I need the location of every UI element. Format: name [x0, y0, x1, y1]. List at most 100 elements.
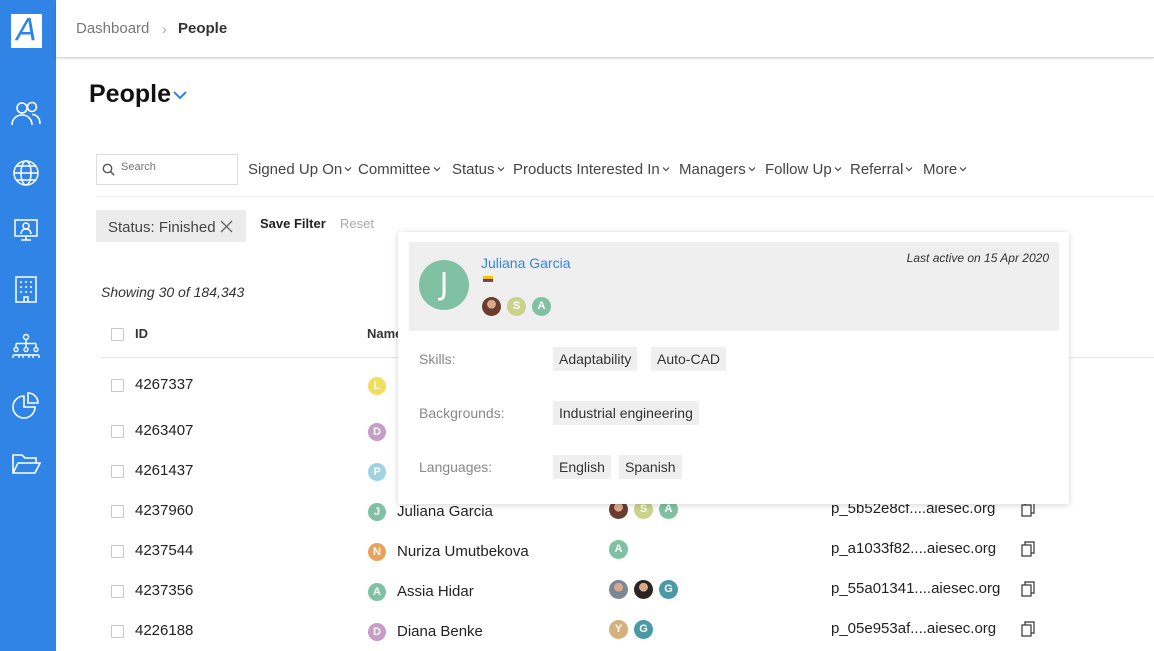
- copy-icon[interactable]: [1021, 621, 1035, 637]
- manager-avatar: G: [659, 580, 678, 599]
- row-id: 4267337: [135, 376, 194, 393]
- org-chart-icon[interactable]: [10, 333, 42, 363]
- filter-label: Managers: [679, 161, 746, 178]
- person-card-header: J Juliana Garcia SA Last active on 15 Ap…: [409, 242, 1059, 331]
- copy-icon[interactable]: [1021, 541, 1035, 557]
- search-icon: [102, 163, 115, 176]
- languages-label: Languages:: [419, 459, 493, 475]
- avatar: N: [368, 543, 386, 561]
- close-icon[interactable]: [220, 220, 233, 233]
- top-bar: Dashboard › People: [56, 0, 1154, 58]
- skills-tag: Adaptability: [553, 347, 638, 371]
- backgrounds-label: Backgrounds:: [419, 405, 505, 421]
- row-email: p_55a01341....aiesec.org: [831, 580, 1001, 597]
- person-hover-card: J Juliana Garcia SA Last active on 15 Ap…: [398, 232, 1069, 504]
- languages-tag: English: [553, 455, 611, 479]
- search-box[interactable]: [96, 154, 238, 185]
- breadcrumb-separator-icon: ›: [162, 21, 167, 37]
- filter-dropdown[interactable]: Products Interested In: [513, 161, 670, 178]
- avatar: P: [368, 463, 386, 481]
- manager-avatar: G: [634, 620, 653, 639]
- row-checkbox[interactable]: [111, 585, 124, 598]
- results-count: Showing 30 of 184,343: [101, 284, 245, 300]
- row-checkbox[interactable]: [111, 505, 124, 518]
- filter-label: Status: [452, 161, 495, 178]
- row-checkbox[interactable]: [111, 379, 124, 392]
- avatar: J: [419, 260, 469, 310]
- row-checkbox[interactable]: [111, 465, 124, 478]
- row-name-link[interactable]: Diana Benke: [397, 623, 483, 640]
- column-header-id[interactable]: ID: [135, 326, 148, 341]
- sidebar: A: [0, 0, 56, 651]
- chevron-down-icon: [748, 167, 756, 172]
- row-id: 4263407: [135, 422, 194, 439]
- colombia-flag-icon: [483, 276, 493, 282]
- row-email: p_05e953af....aiesec.org: [831, 620, 997, 637]
- avatar: L: [368, 377, 386, 395]
- reset-button[interactable]: Reset: [340, 216, 374, 231]
- app-logo[interactable]: A: [11, 14, 42, 48]
- row-id: 4237960: [135, 502, 194, 519]
- filter-dropdown[interactable]: Committee: [358, 161, 441, 178]
- chevron-down-icon: [662, 167, 670, 172]
- filter-dropdown[interactable]: More: [923, 161, 967, 178]
- row-checkbox[interactable]: [111, 425, 124, 438]
- row-id: 4237356: [135, 582, 194, 599]
- row-id: 4261437: [135, 462, 194, 479]
- filter-label: Signed Up On: [248, 161, 343, 178]
- filter-dropdown[interactable]: Managers: [679, 161, 756, 178]
- filter-dropdown[interactable]: Referral: [850, 161, 913, 178]
- row-checkbox[interactable]: [111, 625, 124, 638]
- save-filter-button[interactable]: Save Filter: [260, 216, 326, 231]
- filter-label: Products Interested In: [513, 161, 660, 178]
- filter-dropdown[interactable]: Status: [452, 161, 505, 178]
- select-all-checkbox[interactable]: [111, 328, 124, 341]
- breadcrumb-current: People: [178, 20, 228, 37]
- filter-label: Referral: [850, 161, 904, 178]
- avatar: D: [368, 423, 386, 441]
- breadcrumb-dashboard[interactable]: Dashboard: [76, 20, 149, 37]
- avatar: A: [368, 583, 386, 601]
- row-name-link[interactable]: Nuriza Umutbekova: [397, 543, 529, 560]
- last-active-text: Last active on 15 Apr 2020: [906, 251, 1049, 265]
- manager-avatar: Y: [609, 620, 628, 639]
- globe-icon[interactable]: [10, 158, 42, 188]
- chevron-down-icon[interactable]: [172, 88, 188, 102]
- search-input[interactable]: [121, 161, 231, 173]
- manager-photo-avatar: [634, 580, 653, 599]
- pie-chart-icon[interactable]: [10, 390, 42, 420]
- row-id: 4226188: [135, 622, 194, 639]
- manager-avatar: A: [532, 297, 551, 316]
- manager-photo-avatar: [482, 297, 501, 316]
- person-name-link[interactable]: Juliana Garcia: [481, 255, 571, 271]
- avatar: D: [368, 623, 386, 641]
- manager-photo-avatar: [609, 580, 628, 599]
- manager-avatar: A: [609, 540, 628, 559]
- people-icon[interactable]: [10, 99, 42, 129]
- chevron-down-icon: [905, 167, 913, 172]
- monitor-user-icon[interactable]: [10, 215, 42, 245]
- row-email: p_a1033f82....aiesec.org: [831, 540, 997, 557]
- filter-label: Committee: [358, 161, 431, 178]
- building-icon[interactable]: [10, 274, 42, 304]
- manager-avatar: S: [507, 297, 526, 316]
- languages-tag: Spanish: [619, 455, 682, 479]
- chevron-down-icon: [834, 167, 842, 172]
- filter-dropdown[interactable]: Signed Up On: [248, 161, 352, 178]
- active-filter-chip[interactable]: Status: Finished: [96, 210, 246, 242]
- chevron-down-icon: [497, 167, 504, 172]
- active-filter-label: Status: Finished: [108, 219, 216, 236]
- page-title: People: [89, 80, 171, 108]
- row-id: 4237544: [135, 542, 194, 559]
- filter-dropdown[interactable]: Follow Up: [765, 161, 842, 178]
- skills-tag: Auto-CAD: [651, 347, 727, 371]
- row-name-link[interactable]: Assia Hidar: [397, 583, 474, 600]
- row-name-link[interactable]: Juliana Garcia: [397, 503, 493, 520]
- skills-label: Skills:: [419, 351, 456, 367]
- copy-icon[interactable]: [1021, 581, 1035, 597]
- folder-open-icon[interactable]: [10, 449, 42, 479]
- row-checkbox[interactable]: [111, 545, 124, 558]
- chevron-down-icon: [433, 167, 440, 172]
- filter-label: More: [923, 161, 958, 178]
- filter-label: Follow Up: [765, 161, 832, 178]
